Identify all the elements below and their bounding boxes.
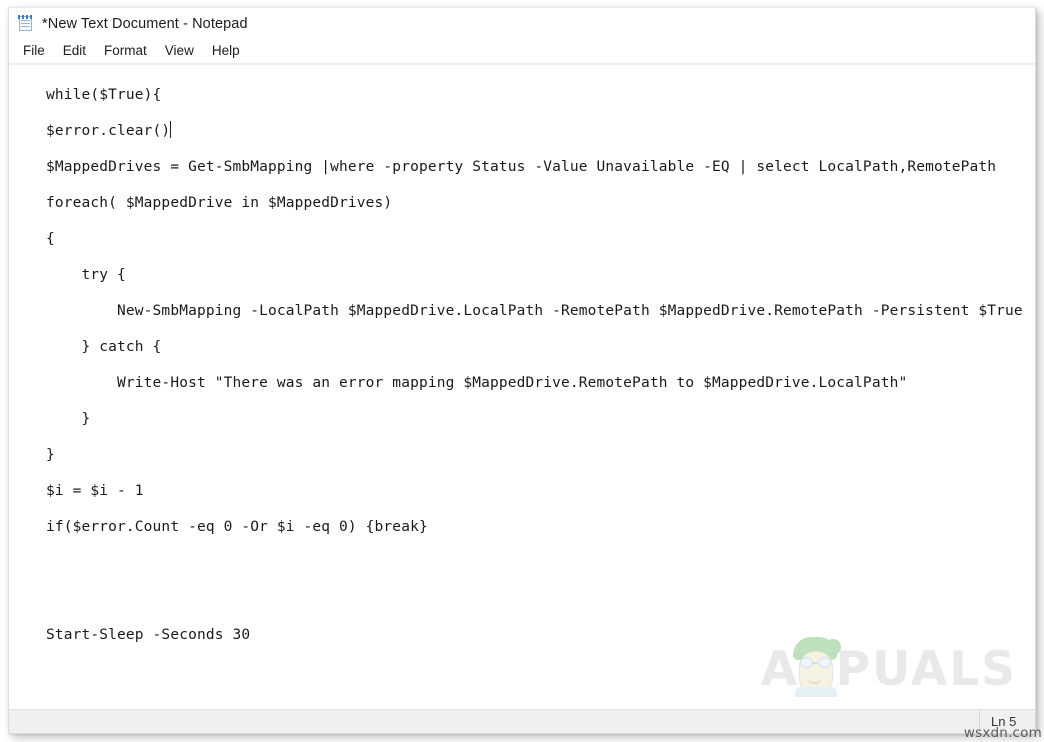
menu-item-file[interactable]: File: [19, 40, 54, 62]
editor-area[interactable]: while($True){ $error.clear() $MappedDrives…: [9, 64, 1035, 710]
code-line: try {: [46, 267, 126, 283]
code-line: {: [46, 231, 55, 247]
code-line: }: [46, 447, 55, 463]
notepad-window: *New Text Document - Notepad File Edit F…: [8, 7, 1036, 734]
code-line: foreach( $MappedDrive in $MappedDrives): [46, 195, 393, 211]
window-title: *New Text Document - Notepad: [42, 15, 248, 32]
code-line: }: [46, 411, 91, 427]
code-line: New-SmbMapping -LocalPath $MappedDrive.L…: [46, 303, 1023, 319]
menu-item-edit[interactable]: Edit: [54, 40, 95, 62]
code-line: $i = $i - 1: [46, 483, 144, 499]
screenshot-root: *New Text Document - Notepad File Edit F…: [0, 0, 1044, 742]
text-caret: [170, 121, 172, 138]
title-bar[interactable]: *New Text Document - Notepad: [9, 8, 1035, 39]
menu-item-view[interactable]: View: [156, 40, 203, 62]
status-bar: Ln 5: [9, 709, 1035, 733]
code-line: Write-Host "There was an error mapping $…: [46, 375, 908, 391]
text-editor[interactable]: while($True){ $error.clear() $MappedDrives…: [9, 65, 1035, 710]
menu-item-format[interactable]: Format: [95, 40, 156, 62]
code-line: $MappedDrives = Get-SmbMapping |where -p…: [46, 159, 997, 175]
code-line: } catch {: [46, 339, 162, 355]
code-line: Start-Sleep -Seconds 30: [46, 627, 251, 643]
code-line: $error.clear(): [46, 121, 172, 139]
menu-bar: File Edit Format View Help: [9, 39, 1035, 64]
notepad-icon: [17, 15, 34, 32]
status-line-position: Ln 5: [979, 710, 1035, 733]
code-line: if($error.Count -eq 0 -Or $i -eq 0) {bre…: [46, 519, 428, 535]
menu-item-help[interactable]: Help: [203, 40, 249, 62]
code-line: while($True){: [46, 87, 162, 103]
